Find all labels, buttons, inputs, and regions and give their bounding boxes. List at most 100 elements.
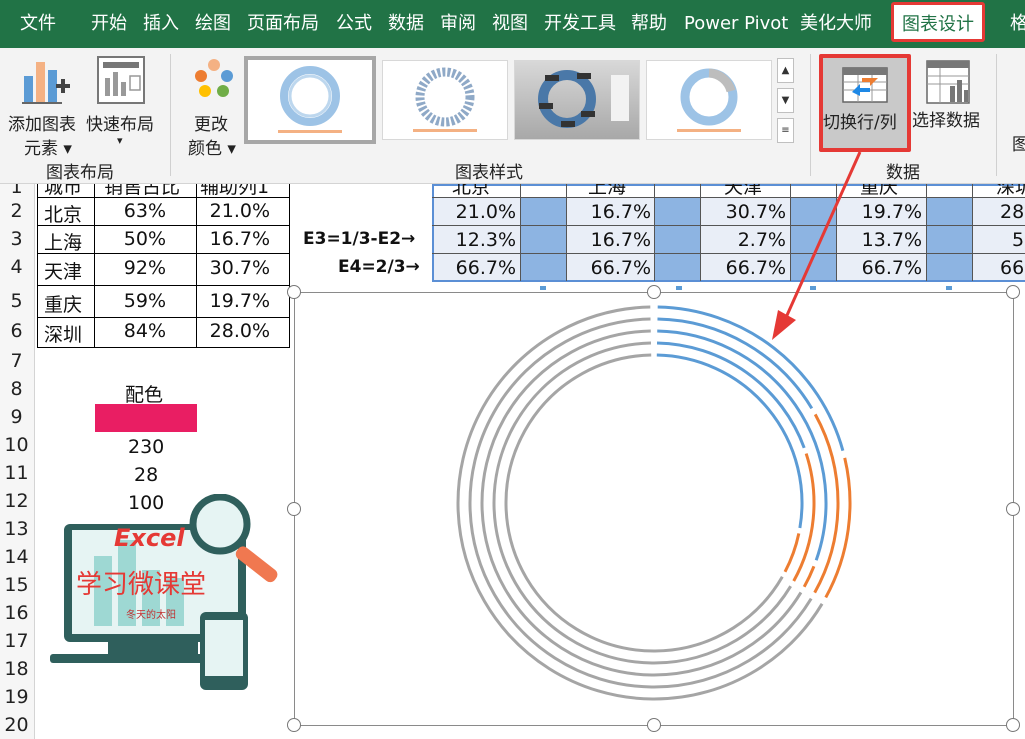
gallery-scroll-up[interactable]: ▲	[777, 58, 794, 83]
formula-note-e3[interactable]: E3=1/3-E2→	[303, 229, 415, 249]
column-header-city[interactable]: 北京	[452, 184, 490, 199]
resize-handle-e[interactable]	[1006, 502, 1020, 516]
data-cell[interactable]: 16.7%	[566, 229, 651, 251]
donut-ring-segment-blue[interactable]	[656, 341, 806, 449]
multi-ring-donut-chart[interactable]	[295, 293, 1015, 727]
row-number[interactable]: 15	[0, 574, 33, 596]
blue-cell[interactable]	[654, 198, 700, 280]
table-cell[interactable]: 天津	[44, 257, 82, 284]
donut-ring-segment-gray[interactable]	[504, 353, 784, 653]
table-cell[interactable]: 19.7%	[196, 290, 270, 312]
table-cell[interactable]: 重庆	[44, 290, 82, 317]
tab-format-partial[interactable]: 格	[1010, 0, 1025, 48]
row-number[interactable]: 14	[0, 546, 33, 568]
data-cell[interactable]: 16.7%	[566, 201, 651, 223]
data-cell[interactable]: 66.7%	[566, 257, 651, 279]
data-cell[interactable]: 28	[1000, 201, 1024, 223]
table-cell[interactable]: 21.0%	[196, 200, 270, 222]
data-cell[interactable]: 5	[1012, 229, 1024, 251]
row-number[interactable]: 10	[0, 434, 33, 456]
resize-handle-nw[interactable]	[287, 285, 301, 299]
data-cell[interactable]: 12.3%	[434, 229, 516, 251]
row-number[interactable]: 1	[0, 184, 33, 198]
row-number[interactable]: 11	[0, 462, 33, 484]
chart-area[interactable]	[294, 292, 1014, 726]
row-number[interactable]: 9	[0, 406, 33, 428]
donut-ring-segment-orange[interactable]	[783, 533, 801, 573]
donut-ring-segment-gray[interactable]	[492, 341, 792, 665]
row-number[interactable]: 8	[0, 378, 33, 400]
tab-developer[interactable]: 开发工具	[544, 0, 616, 48]
switch-row-column-button[interactable]: 切换行/列	[819, 54, 911, 152]
worksheet-grid[interactable]: 1 2 3 4 5 6 7 8 9 10 11 12 13 14 15 16 1…	[0, 184, 1025, 739]
color-value-g[interactable]: 28	[134, 464, 158, 486]
table-cell[interactable]: 16.7%	[196, 228, 270, 250]
donut-ring-segment-gray[interactable]	[480, 329, 803, 677]
table-cell[interactable]: 上海	[44, 228, 82, 255]
donut-ring-segment-blue[interactable]	[656, 353, 804, 529]
select-data-button[interactable]: 选择数据	[912, 54, 996, 150]
chart-style-4[interactable]	[646, 60, 772, 140]
blue-cell[interactable]	[926, 198, 972, 280]
resize-handle-n[interactable]	[647, 285, 661, 299]
resize-handle-s[interactable]	[647, 718, 661, 732]
row-number[interactable]: 20	[0, 714, 33, 736]
row-number[interactable]: 19	[0, 686, 33, 708]
table-cell[interactable]: 28.0%	[196, 320, 270, 342]
row-number[interactable]: 17	[0, 630, 33, 652]
row-number[interactable]: 2	[0, 200, 33, 222]
row-number[interactable]: 3	[0, 228, 33, 250]
row-number[interactable]: 4	[0, 256, 33, 278]
table-cell[interactable]: 北京	[44, 200, 82, 227]
blue-cell[interactable]	[520, 198, 566, 280]
table-cell[interactable]: 深圳	[44, 320, 82, 347]
table-header-cell[interactable]: 销售占比	[104, 184, 180, 199]
table-cell[interactable]: 30.7%	[196, 257, 270, 279]
row-number[interactable]: 13	[0, 518, 33, 540]
tab-formulas[interactable]: 公式	[336, 0, 372, 48]
table-cell[interactable]: 84%	[104, 320, 166, 342]
column-header-city[interactable]: 深圳	[996, 184, 1025, 199]
tab-file[interactable]: 文件	[20, 0, 56, 48]
row-number[interactable]: 5	[0, 290, 33, 312]
data-cell[interactable]: 21.0%	[434, 201, 516, 223]
color-value-r[interactable]: 230	[128, 436, 164, 458]
donut-ring-segment-orange[interactable]	[802, 565, 816, 588]
resize-handle-sw[interactable]	[287, 718, 301, 732]
color-label[interactable]: 配色	[125, 380, 163, 407]
resize-handle-w[interactable]	[287, 502, 301, 516]
table-cell[interactable]: 59%	[104, 290, 166, 312]
chart-style-3[interactable]	[514, 60, 640, 140]
tab-review[interactable]: 审阅	[440, 0, 476, 48]
row-number[interactable]: 18	[0, 658, 33, 680]
tab-chart-design[interactable]: 图表设计	[891, 2, 985, 42]
column-header-city[interactable]: 天津	[724, 184, 762, 199]
change-colors-button[interactable]: 更改 颜色 ▾	[182, 52, 242, 159]
donut-ring-segment-gray[interactable]	[456, 305, 824, 701]
chart-style-1[interactable]	[244, 56, 376, 144]
table-header-cell[interactable]: 辅助列1	[200, 184, 269, 199]
table-cell[interactable]: 92%	[104, 257, 166, 279]
row-number[interactable]: 7	[0, 350, 33, 372]
tab-help[interactable]: 帮助	[631, 0, 667, 48]
formula-note-e4[interactable]: E4=2/3→	[338, 257, 420, 277]
tab-page-layout[interactable]: 页面布局	[247, 0, 319, 48]
tab-home[interactable]: 开始	[91, 0, 127, 48]
tab-data[interactable]: 数据	[388, 0, 424, 48]
tab-power-pivot[interactable]: Power Pivot	[684, 0, 788, 48]
tab-insert[interactable]: 插入	[143, 0, 179, 48]
quick-layout-button[interactable]: 快速布局 ▾	[84, 52, 158, 152]
table-cell[interactable]: 63%	[104, 200, 166, 222]
donut-ring-segment-gray[interactable]	[468, 317, 813, 689]
resize-handle-se[interactable]	[1006, 718, 1020, 732]
table-cell[interactable]: 50%	[104, 228, 166, 250]
tab-view[interactable]: 视图	[492, 0, 528, 48]
gallery-more-button[interactable]: ≡	[777, 118, 794, 143]
row-number[interactable]: 16	[0, 602, 33, 624]
tab-draw[interactable]: 绘图	[195, 0, 231, 48]
row-number[interactable]: 12	[0, 490, 33, 512]
donut-ring-segment-orange[interactable]	[792, 453, 816, 582]
column-header-city[interactable]: 上海	[588, 184, 626, 199]
gallery-scroll-down[interactable]: ▼	[777, 88, 794, 113]
data-cell[interactable]: 66	[1000, 257, 1024, 279]
